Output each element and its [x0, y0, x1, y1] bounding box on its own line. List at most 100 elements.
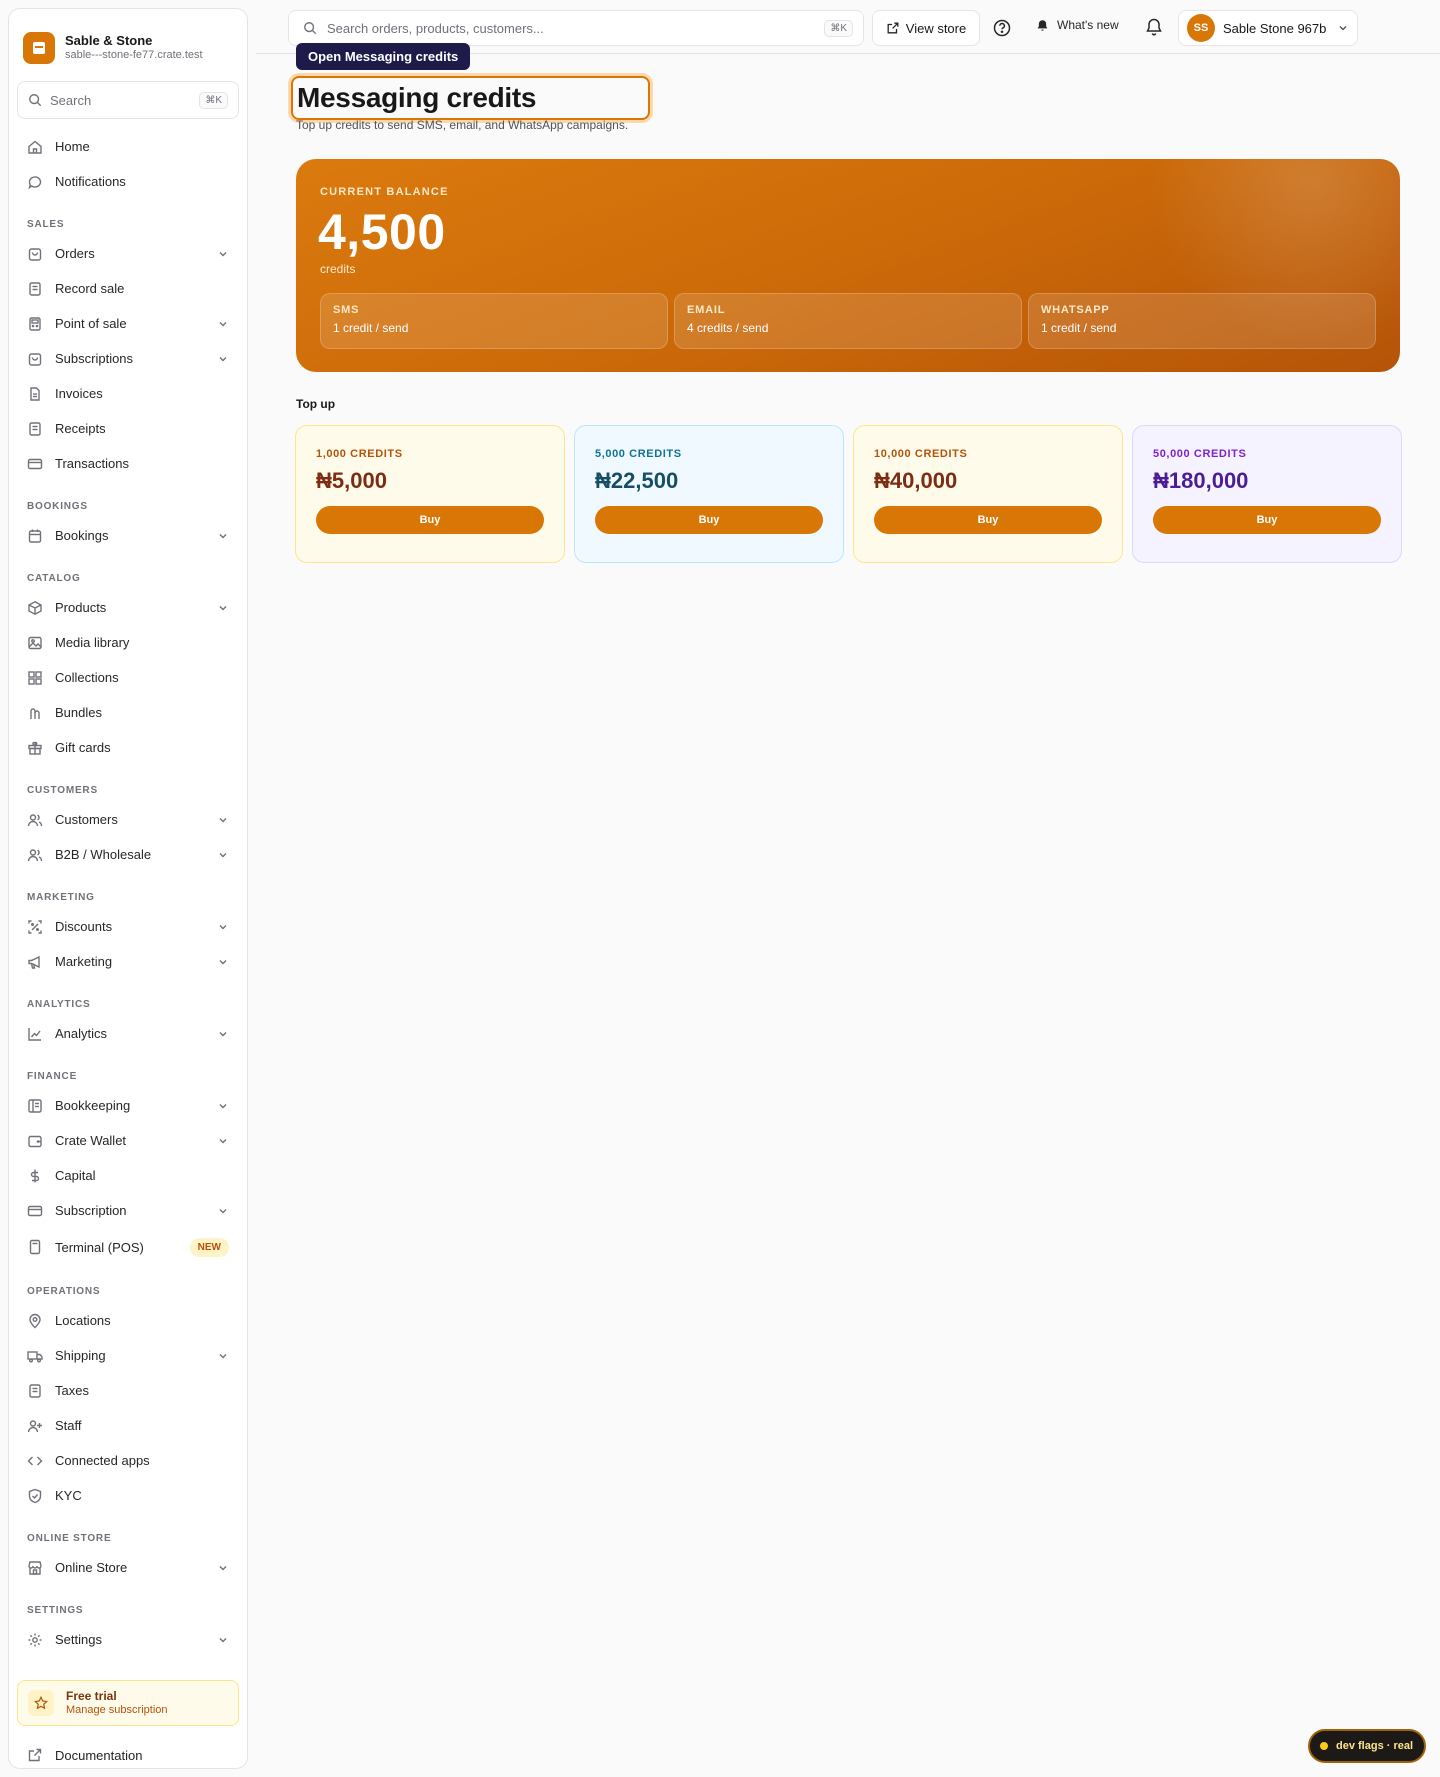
sidebar-item-kyc[interactable]: KYC — [17, 1478, 239, 1513]
sidebar-search[interactable]: Search ⌘K — [17, 81, 239, 119]
chevron-down-icon — [217, 1100, 229, 1112]
sidebar-item-label: Customers — [55, 812, 118, 827]
sidebar-item-home[interactable]: Home — [17, 129, 239, 164]
credit-pack-card: 5,000 CREDITS ₦22,500 Buy — [574, 425, 844, 563]
sidebar-item-analytics[interactable]: Analytics — [17, 1016, 239, 1051]
sidebar-item-bundles[interactable]: Bundles — [17, 695, 239, 730]
pack-price: ₦40,000 — [874, 468, 958, 493]
section-label-customers: CUSTOMERS — [27, 785, 98, 796]
dev-flags-pill[interactable]: dev flags · real — [1308, 1729, 1426, 1763]
calculator-icon — [27, 316, 43, 332]
sidebar-item-connected-apps[interactable]: Connected apps — [17, 1443, 239, 1478]
credit-card-icon — [27, 1203, 43, 1219]
global-search-input[interactable]: Search orders, products, customers... ⌘K — [288, 10, 864, 46]
credit-pack-card: 50,000 CREDITS ₦180,000 Buy — [1132, 425, 1402, 563]
sidebar-item-locations[interactable]: Locations — [17, 1303, 239, 1338]
star-icon — [28, 1690, 54, 1716]
dev-flags-label: dev flags · real — [1336, 1740, 1414, 1752]
sidebar-item-transactions[interactable]: Transactions — [17, 446, 239, 481]
sidebar-item-staff[interactable]: Staff — [17, 1408, 239, 1443]
buy-button[interactable]: Buy — [874, 506, 1102, 534]
sidebar-item-invoices[interactable]: Invoices — [17, 376, 239, 411]
documentation-link[interactable]: Documentation — [17, 1740, 152, 1768]
percent-icon — [27, 919, 43, 935]
sidebar-item-notifications[interactable]: Notifications — [17, 164, 239, 199]
manage-subscription-link[interactable]: Manage subscription — [66, 1704, 168, 1717]
store-domain: sable---stone-fe77.crate.test — [65, 49, 203, 62]
sidebar-item-capital[interactable]: Capital — [17, 1158, 239, 1193]
notifications-bell-icon[interactable] — [1144, 17, 1164, 37]
pack-name: 5,000 CREDITS — [595, 448, 682, 460]
view-store-button[interactable]: View store — [872, 10, 980, 46]
sidebar-item-label: Invoices — [55, 386, 103, 401]
whats-new-label: What's new — [1057, 18, 1119, 32]
sidebar-item-shipping[interactable]: Shipping — [17, 1338, 239, 1373]
buy-button[interactable]: Buy — [1153, 506, 1381, 534]
chevron-down-icon — [217, 921, 229, 933]
chevron-down-icon — [217, 530, 229, 542]
view-store-label: View store — [905, 20, 967, 36]
trial-title: Free trial — [66, 1689, 117, 1704]
sidebar-item-settings[interactable]: Settings — [17, 1622, 239, 1657]
sidebar-item-label: Media library — [55, 635, 130, 650]
avatar: SS — [1187, 14, 1215, 42]
store-logo-icon — [23, 32, 55, 64]
rate-price: 4 credits / send — [687, 321, 769, 335]
sidebar-item-orders[interactable]: Orders — [17, 236, 239, 271]
rate-price: 1 credit / send — [1041, 321, 1117, 335]
sidebar-item-label: Staff — [55, 1418, 82, 1433]
sidebar-item-crate-wallet[interactable]: Crate Wallet — [17, 1123, 239, 1158]
page-title-focus-ring[interactable]: Messaging credits — [291, 76, 650, 120]
buy-button[interactable]: Buy — [316, 506, 544, 534]
status-dot — [1320, 1742, 1328, 1750]
global-search-placeholder: Search orders, products, customers... — [327, 20, 544, 36]
chevron-down-icon — [217, 1135, 229, 1147]
sidebar-item-record-sale[interactable]: Record sale — [17, 271, 239, 306]
sidebar-item-b2b-wholesale[interactable]: B2B / Wholesale — [17, 837, 239, 872]
chevron-down-icon — [217, 1350, 229, 1362]
chevron-down-icon — [217, 602, 229, 614]
sidebar-item-subscriptions[interactable]: Subscriptions — [17, 341, 239, 376]
sidebar-item-discounts[interactable]: Discounts — [17, 909, 239, 944]
sidebar-item-products[interactable]: Products — [17, 590, 239, 625]
sidebar-item-media-library[interactable]: Media library — [17, 625, 239, 660]
shopping-bag-icon — [27, 246, 43, 262]
rate-channel: EMAIL — [687, 304, 726, 316]
users-icon — [27, 847, 43, 863]
sidebar-item-point-of-sale[interactable]: Point of sale — [17, 306, 239, 341]
sidebar-item-online-store[interactable]: Online Store — [17, 1550, 239, 1585]
sidebar-item-subscription[interactable]: Subscription — [17, 1193, 239, 1228]
store-name: Sable & Stone — [65, 33, 153, 49]
pack-price: ₦22,500 — [595, 468, 679, 493]
sidebar-item-receipts[interactable]: Receipts — [17, 411, 239, 446]
balance-value: 4,500 — [318, 204, 446, 260]
sidebar-item-collections[interactable]: Collections — [17, 660, 239, 695]
rate-channel: SMS — [333, 304, 360, 316]
sidebar-item-marketing[interactable]: Marketing — [17, 944, 239, 979]
brand[interactable]: Sable & Stone sable---stone-fe77.crate.t… — [9, 9, 247, 71]
help-icon[interactable] — [992, 18, 1012, 38]
whats-new-button[interactable]: What's new — [1036, 18, 1119, 32]
free-trial-card[interactable]: Free trial Manage subscription — [17, 1680, 239, 1726]
image-icon — [27, 635, 43, 651]
sidebar-item-bookkeeping[interactable]: Bookkeeping — [17, 1088, 239, 1123]
search-icon — [303, 21, 317, 35]
balance-unit: credits — [320, 262, 356, 276]
sidebar-item-label: Orders — [55, 246, 95, 261]
sidebar-search-label: Search — [50, 92, 92, 108]
sidebar-item-label: Products — [55, 600, 107, 615]
buy-button[interactable]: Buy — [595, 506, 823, 534]
credit-pack-card: 1,000 CREDITS ₦5,000 Buy — [295, 425, 565, 563]
sidebar-item-taxes[interactable]: Taxes — [17, 1373, 239, 1408]
sidebar-item-gift-cards[interactable]: Gift cards — [17, 730, 239, 765]
global-search-shortcut: ⌘K — [824, 19, 853, 37]
sidebar-item-customers[interactable]: Customers — [17, 802, 239, 837]
section-label-sales: SALES — [27, 219, 65, 230]
section-label-analytics: ANALYTICS — [27, 999, 91, 1010]
sidebar-item-label: Taxes — [55, 1383, 89, 1398]
chevron-down-icon — [217, 814, 229, 826]
account-menu-button[interactable]: SS Sable Stone 967b — [1178, 10, 1358, 46]
sidebar-item-bookings[interactable]: Bookings — [17, 518, 239, 553]
sidebar-item-terminal-pos[interactable]: Terminal (POS) NEW — [17, 1228, 239, 1266]
sidebar-item-label: Bookkeeping — [55, 1098, 131, 1113]
